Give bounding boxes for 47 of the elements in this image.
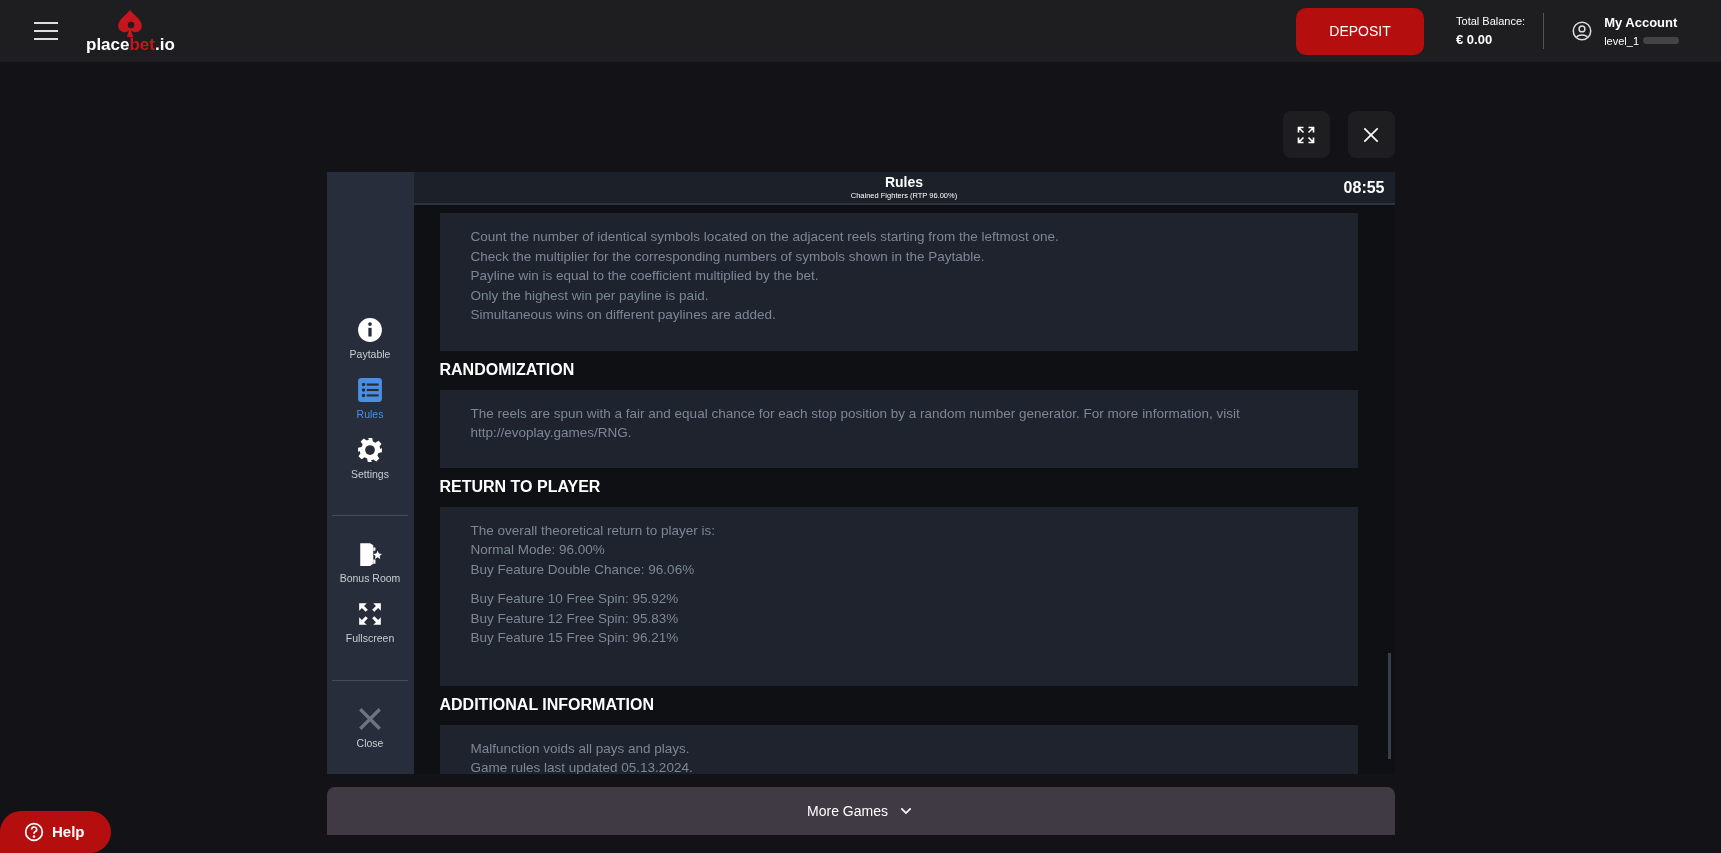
- sidebar-item[interactable]: Paytable: [328, 314, 412, 366]
- logo-text[interactable]: placebet.io: [86, 35, 175, 53]
- list-icon: [357, 376, 383, 403]
- rule-text: Payline win is equal to the coefficient multiplied by the bet.: [470, 267, 820, 285]
- settings-icon: [357, 436, 383, 463]
- help-button[interactable]: Help: [0, 811, 111, 853]
- rule-text: The reels are spun with a fair and equal chance for each stop position by a random number generator. For more information, visit http://evoplay.games/RNG.: [470, 404, 1241, 442]
- close-button[interactable]: [1347, 111, 1395, 158]
- balance-label: Total Balance:: [1456, 14, 1526, 29]
- sidebar-item[interactable]: Fullscreen: [328, 598, 412, 650]
- masked-bar: [1643, 37, 1679, 45]
- expand-button[interactable]: [1282, 111, 1330, 158]
- account-level: level_1: [1604, 33, 1639, 49]
- dialog-title: Rules: [884, 175, 924, 190]
- section-heading: RETURN TO PLAYER: [439, 477, 602, 497]
- close-icon: [357, 705, 383, 732]
- menu-icon[interactable]: [34, 22, 58, 40]
- rule-text: Count the number of identical symbols located on the adjacent reels starting from the leftmost one.: [470, 228, 1060, 246]
- info-icon: [357, 317, 383, 343]
- expand-icon: [1296, 124, 1316, 145]
- sidebar-item[interactable]: Rules: [328, 373, 412, 426]
- door-star-icon: [357, 541, 383, 568]
- rule-text: Game rules last updated 05.13.2024.: [470, 759, 694, 774]
- rule-text: Malfunction voids all pays and plays.: [470, 739, 691, 758]
- sidebar-item[interactable]: Bonus Room: [328, 538, 412, 590]
- balance-value: € 0.00: [1456, 30, 1494, 49]
- fullscreen-icon: [357, 601, 383, 627]
- rule-text: Only the highest win per payline is paid.: [470, 286, 710, 305]
- rule-text: Buy Feature 15 Free Spin: 96.21%: [470, 629, 680, 647]
- section-heading: ADDITIONAL INFORMATION: [439, 695, 655, 715]
- sidebar-item[interactable]: Close: [328, 702, 412, 755]
- clock-time: 08:55: [1343, 177, 1385, 198]
- rule-text: Simultaneous wins on different paylines are added.: [470, 306, 777, 324]
- sidebar-item[interactable]: Settings: [328, 433, 412, 486]
- rule-text: Buy Feature 12 Free Spin: 95.83%: [470, 609, 680, 628]
- deposit-button[interactable]: DEPOSIT: [1296, 7, 1425, 55]
- account-title[interactable]: My Account: [1604, 13, 1679, 33]
- rule-text: Check the multiplier for the corresponding numbers of symbols shown in the Paytable.: [470, 247, 986, 266]
- rule-text: The overall theoretical return to player is:: [470, 521, 717, 540]
- rule-text: Normal Mode: 96.00%: [470, 541, 606, 559]
- section-heading: RANDOMIZATION: [439, 360, 576, 380]
- rule-text: Buy Feature Double Chance: 96.06%: [470, 560, 696, 579]
- rule-text: Buy Feature 10 Free Spin: 95.92%: [470, 590, 680, 608]
- spade-icon: [117, 9, 144, 38]
- more-games-bar[interactable]: More Games: [326, 787, 1395, 835]
- user-icon[interactable]: [1572, 21, 1593, 41]
- help-icon: [24, 822, 44, 842]
